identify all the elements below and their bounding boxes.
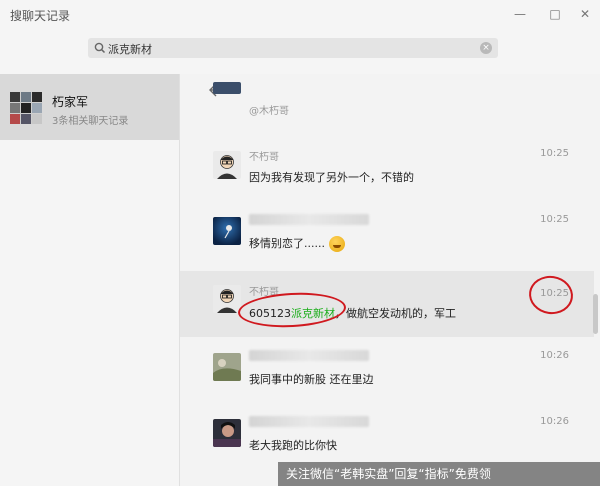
- message-time: 10:25: [540, 214, 569, 225]
- search-query[interactable]: 派克新材: [108, 41, 152, 57]
- list-item-highlighted[interactable]: 不朽哥 10:25 605123派克新材，做航空发动机的，军工: [180, 271, 594, 337]
- avatar: [213, 217, 241, 245]
- message-text: 移情别恋了......: [249, 235, 345, 252]
- chat-history-panel: @木朽哥 不朽哥 10:25 因为我有发现了另外一个，不错的 10:25 移情别…: [179, 74, 600, 486]
- list-item[interactable]: 10:26 我同事中的新股 还在里边: [180, 342, 594, 402]
- contact-item-group[interactable]: 朽家军 3条相关聊天记录: [0, 74, 179, 140]
- minimize-icon[interactable]: —: [511, 5, 529, 23]
- window-title: 搜聊天记录: [10, 9, 71, 23]
- sidebar: 朽家军 3条相关聊天记录: [0, 74, 179, 486]
- scrollbar[interactable]: [593, 294, 598, 334]
- maximize-icon[interactable]: □: [546, 5, 564, 23]
- sender-name-redacted: [249, 350, 369, 361]
- list-item[interactable]: 10:25 移情别恋了......: [180, 206, 594, 266]
- search-input[interactable]: 派克新材 ×: [88, 38, 498, 58]
- message-time: 10:25: [540, 148, 569, 159]
- list-item[interactable]: 10:26 老大我跑的比你快: [180, 408, 594, 468]
- emoji-icon: [328, 236, 345, 252]
- title-bar: 搜聊天记录 — □ ✕: [0, 0, 600, 30]
- message-text: 我同事中的新股 还在里边: [249, 373, 374, 386]
- sender-name-redacted: [249, 214, 369, 225]
- avatar: [213, 151, 241, 179]
- watermark-banner: 关注微信“老韩实盘”回复“指标”免费领: [278, 462, 600, 486]
- contact-match-count: 3条相关聊天记录: [52, 116, 129, 127]
- annotation-circle-time: [526, 273, 576, 317]
- search-icon: [94, 42, 106, 54]
- message-text: 老大我跑的比你快: [249, 439, 337, 452]
- close-icon[interactable]: ✕: [576, 5, 594, 23]
- list-item[interactable]: 不朽哥 10:25 因为我有发现了另外一个，不错的: [180, 140, 594, 200]
- message-text: 因为我有发现了另外一个，不错的: [249, 171, 414, 184]
- avatar: [213, 353, 241, 381]
- group-avatar: [10, 92, 42, 124]
- avatar: [213, 82, 241, 94]
- clear-search-icon[interactable]: ×: [480, 42, 492, 54]
- sender-name: @木朽哥: [249, 106, 289, 117]
- message-time: 10:26: [540, 350, 569, 361]
- sender-name: 不朽哥: [249, 152, 279, 163]
- avatar: [213, 285, 241, 313]
- sender-name-redacted: [249, 416, 369, 427]
- avatar: [213, 419, 241, 447]
- message-time: 10:26: [540, 416, 569, 427]
- list-item[interactable]: @木朽哥: [180, 82, 594, 126]
- contact-name: 朽家军: [52, 95, 89, 109]
